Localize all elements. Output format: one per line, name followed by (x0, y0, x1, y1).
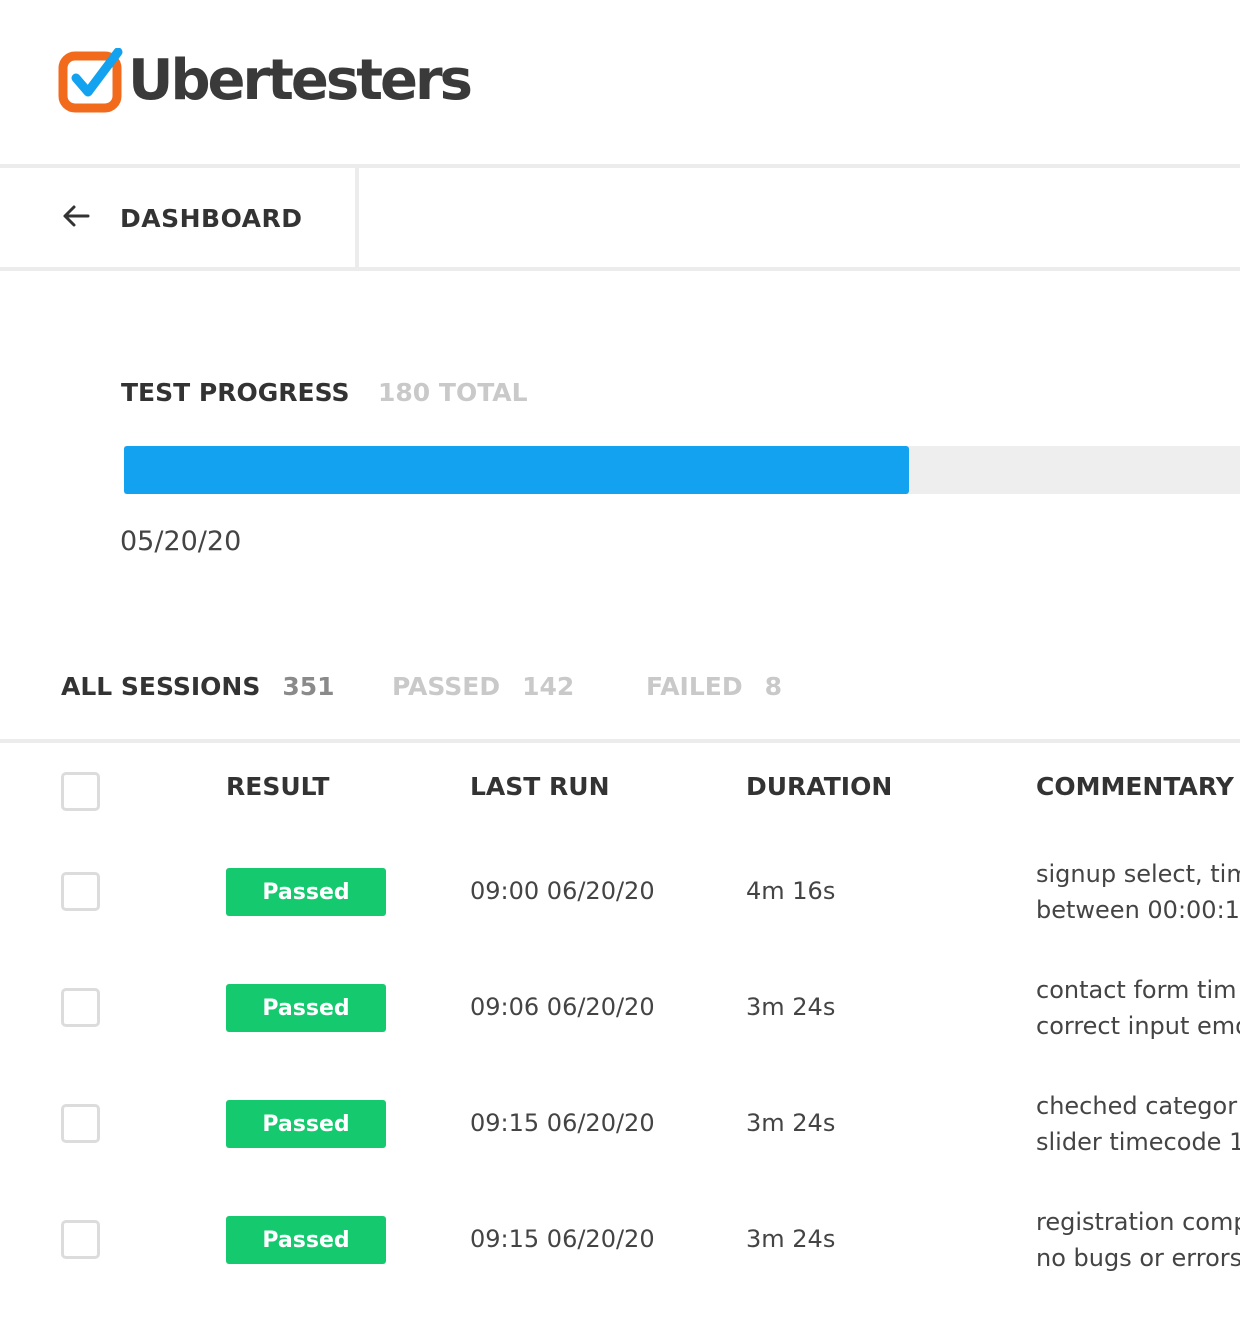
tab-failed[interactable]: FAILED 8 (646, 672, 782, 701)
column-header-result[interactable]: RESULT (226, 772, 329, 801)
commentary-cell: contact form tim correct input emo (1036, 972, 1240, 1044)
tab-count: 142 (522, 672, 575, 701)
last-run-cell: 09:15 06/20/20 (470, 1225, 655, 1253)
tab-count: 8 (764, 672, 783, 701)
tab-all-sessions[interactable]: ALL SESSIONS 351 (61, 672, 392, 701)
table-top-divider (0, 739, 1240, 743)
commentary-line: slider timecode 1: (1036, 1128, 1240, 1156)
row-checkbox[interactable] (61, 872, 100, 911)
select-all-checkbox[interactable] (61, 772, 100, 811)
status-badge: Passed (226, 1100, 386, 1148)
commentary-line: between 00:00:15 (1036, 896, 1240, 924)
arrow-left-icon (60, 200, 92, 236)
column-header-last-run[interactable]: LAST RUN (470, 772, 610, 801)
row-checkbox[interactable] (61, 1220, 100, 1259)
nav-divider (355, 168, 359, 268)
row-checkbox[interactable] (61, 1104, 100, 1143)
table-row[interactable]: Passed 09:00 06/20/20 4m 16s signup sele… (0, 834, 1240, 950)
commentary-line: correct input emo (1036, 1012, 1240, 1040)
tab-label: PASSED (392, 672, 501, 701)
last-run-cell: 09:00 06/20/20 (470, 877, 655, 905)
back-to-dashboard-link[interactable]: DASHBOARD (60, 200, 303, 236)
brand-logo[interactable]: Ubertesters (58, 47, 473, 114)
last-run-cell: 09:15 06/20/20 (470, 1109, 655, 1137)
row-checkbox[interactable] (61, 988, 100, 1027)
last-run-cell: 09:06 06/20/20 (470, 993, 655, 1021)
logo-check-icon (58, 47, 124, 114)
duration-cell: 3m 24s (746, 993, 836, 1021)
commentary-line: registration comp (1036, 1208, 1240, 1236)
column-header-duration[interactable]: DURATION (746, 772, 892, 801)
status-badge: Passed (226, 984, 386, 1032)
tab-count: 351 (282, 672, 335, 701)
table-row[interactable]: Passed 09:15 06/20/20 3m 24s registratio… (0, 1182, 1240, 1298)
commentary-line: cheched categor (1036, 1092, 1238, 1120)
table-row[interactable]: Passed 09:06 06/20/20 3m 24s contact for… (0, 950, 1240, 1066)
table-row[interactable]: Passed 09:15 06/20/20 3m 24s cheched cat… (0, 1066, 1240, 1182)
session-tabs: ALL SESSIONS 351 PASSED 142 FAILED 8 (61, 672, 782, 701)
progress-date: 05/20/20 (120, 526, 242, 557)
progress-total: 180 TOTAL (378, 378, 528, 407)
brand-name: Ubertesters (128, 48, 473, 113)
commentary-cell: signup select, tim between 00:00:15 (1036, 856, 1240, 928)
progress-title: TEST PROGRESS (121, 378, 350, 407)
status-badge: Passed (226, 868, 386, 916)
nav-label: DASHBOARD (120, 203, 303, 233)
column-header-commentary[interactable]: COMMENTARY (1036, 772, 1234, 801)
app-frame: Ubertesters DASHBOARD TEST PROGRESS 180 … (0, 0, 1240, 1338)
commentary-cell: registration comp no bugs or errors (1036, 1204, 1240, 1276)
duration-cell: 4m 16s (746, 877, 836, 905)
commentary-line: contact form tim (1036, 976, 1237, 1004)
progress-bar (124, 446, 1240, 494)
header-divider (0, 164, 1240, 168)
commentary-line: signup select, tim (1036, 860, 1240, 888)
tab-label: ALL SESSIONS (61, 672, 261, 701)
commentary-line: no bugs or errors (1036, 1244, 1240, 1272)
commentary-cell: cheched categor slider timecode 1: (1036, 1088, 1240, 1160)
tab-passed[interactable]: PASSED 142 (392, 672, 646, 701)
tab-label: FAILED (646, 672, 743, 701)
nav-bottom-divider (0, 267, 1240, 271)
status-badge: Passed (226, 1216, 386, 1264)
duration-cell: 3m 24s (746, 1109, 836, 1137)
duration-cell: 3m 24s (746, 1225, 836, 1253)
progress-bar-fill (124, 446, 909, 494)
